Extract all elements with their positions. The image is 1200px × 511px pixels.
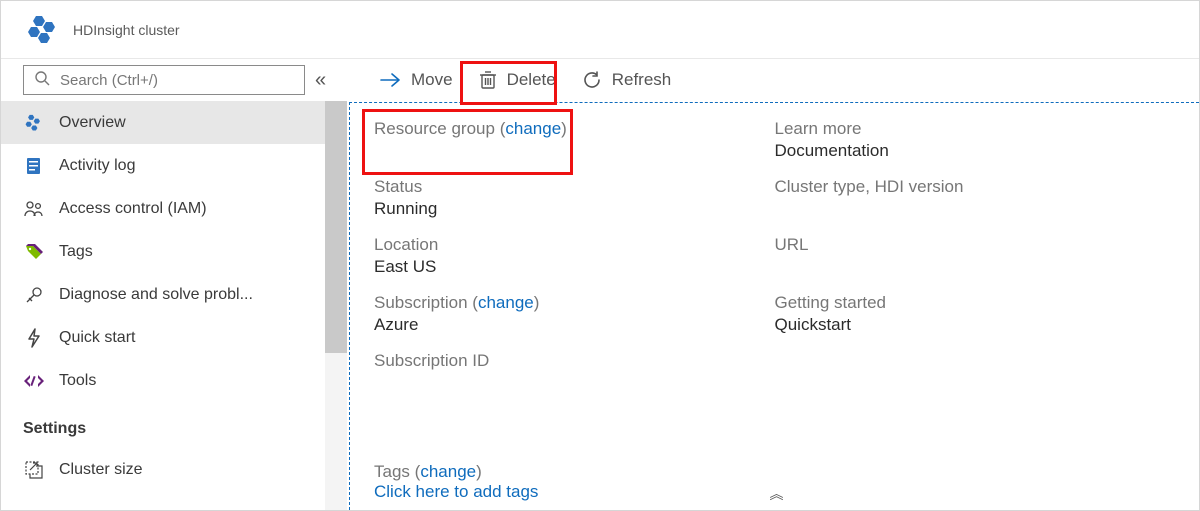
cluster-type-label: Cluster type, HDI version <box>775 177 1176 197</box>
sidebar-section-settings: Settings <box>1 402 347 448</box>
sidebar-item-tags[interactable]: Tags <box>1 230 347 273</box>
field-resource-group: Resource group (change) <box>374 119 775 161</box>
sidebar-item-label: Tools <box>59 372 337 390</box>
field-status: Status Running <box>374 177 775 219</box>
location-value: East US <box>374 257 775 277</box>
sidebar-item-access-control[interactable]: Access control (IAM) <box>1 187 347 230</box>
sidebar-item-quick-start[interactable]: Quick start <box>1 316 347 359</box>
field-learn-more: Learn more Documentation <box>775 119 1176 161</box>
documentation-link[interactable]: Documentation <box>775 141 1176 161</box>
quick-start-icon <box>23 327 45 349</box>
search-placeholder: Search (Ctrl+/) <box>60 72 158 89</box>
search-icon <box>34 70 50 91</box>
resource-group-label: Resource group <box>374 119 495 138</box>
blade-header: HDInsight cluster <box>1 1 1199 59</box>
sidebar-item-label: Quick start <box>59 329 337 347</box>
field-getting-started: Getting started Quickstart <box>775 293 1176 335</box>
delete-button[interactable]: Delete <box>469 62 566 98</box>
subscription-link[interactable]: Azure <box>374 315 775 335</box>
toolbar: Move Delete Refresh <box>347 59 1199 101</box>
tags-icon <box>23 241 45 263</box>
refresh-button[interactable]: Refresh <box>572 62 682 98</box>
sidebar-item-label: Access control (IAM) <box>59 200 337 218</box>
learn-more-label: Learn more <box>775 119 1176 139</box>
url-label: URL <box>775 235 1176 255</box>
sidebar: Search (Ctrl+/) « Overview ▴ <box>1 59 347 510</box>
sidebar-scrollbar[interactable] <box>325 101 347 510</box>
sidebar-item-label: Diagnose and solve probl... <box>59 286 337 304</box>
sidebar-nav: Overview ▴ Activity log <box>1 101 347 491</box>
overview-content: Resource group (change) Status Running L… <box>349 102 1199 510</box>
overview-right-column: Learn more Documentation Cluster type, H… <box>775 119 1176 458</box>
status-label: Status <box>374 177 775 197</box>
sidebar-item-overview[interactable]: Overview ▴ <box>1 101 347 144</box>
sidebar-item-diagnose[interactable]: Diagnose and solve probl... <box>1 273 347 316</box>
tags-change-link[interactable]: change <box>420 462 476 481</box>
overview-left-column: Resource group (change) Status Running L… <box>374 119 775 458</box>
getting-started-label: Getting started <box>775 293 1176 313</box>
field-url: URL <box>775 235 1176 277</box>
collapse-sidebar-button[interactable]: « <box>315 70 326 90</box>
sidebar-item-tools[interactable]: Tools <box>1 359 347 402</box>
location-label: Location <box>374 235 775 255</box>
activity-log-icon <box>23 155 45 177</box>
move-button[interactable]: Move <box>369 62 463 98</box>
sidebar-item-activity-log[interactable]: Activity log <box>1 144 347 187</box>
hdinsight-logo-icon <box>27 14 59 46</box>
field-cluster-type: Cluster type, HDI version <box>775 177 1176 219</box>
blade-title: HDInsight cluster <box>73 22 180 38</box>
resource-group-change-link[interactable]: change <box>505 119 561 138</box>
sidebar-scrollbar-thumb[interactable] <box>325 101 347 353</box>
status-value: Running <box>374 199 775 219</box>
subscription-label: Subscription <box>374 293 468 312</box>
subscription-id-label: Subscription ID <box>374 351 775 371</box>
sidebar-item-cluster-size[interactable]: Cluster size <box>1 448 347 491</box>
access-control-icon <box>23 198 45 220</box>
diagnose-icon <box>23 284 45 306</box>
quickstart-link[interactable]: Quickstart <box>775 315 1176 335</box>
search-input[interactable]: Search (Ctrl+/) <box>23 65 305 95</box>
overview-icon <box>23 112 45 134</box>
main-panel: Move Delete Refresh <box>347 59 1199 510</box>
blade-body: Search (Ctrl+/) « Overview ▴ <box>1 59 1199 510</box>
delete-label: Delete <box>507 70 556 90</box>
cluster-size-icon <box>23 459 45 481</box>
refresh-label: Refresh <box>612 70 672 90</box>
sidebar-item-label: Tags <box>59 243 337 261</box>
subscription-change-link[interactable]: change <box>478 293 534 312</box>
sidebar-item-label: Overview <box>59 114 328 132</box>
tags-label: Tags <box>374 462 410 481</box>
move-label: Move <box>411 70 453 90</box>
field-subscription-id: Subscription ID <box>374 351 775 371</box>
field-location: Location East US <box>374 235 775 277</box>
tools-icon <box>23 370 45 392</box>
field-subscription: Subscription (change) Azure <box>374 293 775 335</box>
sidebar-item-label: Cluster size <box>59 461 337 479</box>
sidebar-item-label: Activity log <box>59 157 337 175</box>
collapse-essentials-icon[interactable]: ︽ <box>770 484 780 504</box>
